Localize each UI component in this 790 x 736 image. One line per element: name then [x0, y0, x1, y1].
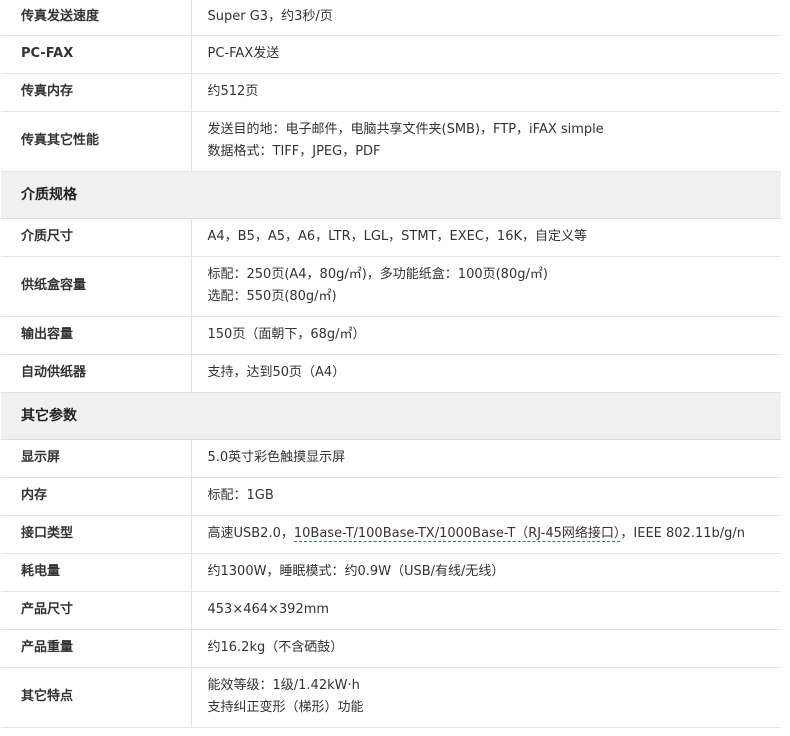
- spec-label: 传真其它性能: [1, 111, 192, 172]
- spec-label: 显示屏: [1, 439, 192, 478]
- spec-value-text: 能效等级：1级/1.42kW·h: [207, 678, 360, 693]
- spec-label: 自动供纸器: [1, 354, 192, 393]
- spec-value: 高速USB2.0，10Base-T/100Base-TX/1000Base-T（…: [191, 515, 782, 554]
- section-title: 介质规格: [1, 171, 781, 219]
- spec-row: 接口类型 高速USB2.0，10Base-T/100Base-TX/1000Bas…: [1, 515, 782, 554]
- spec-value-line: 约1300W，睡眠模式：约0.9W（USB/有线/无线）: [208, 561, 782, 583]
- spec-value-text: 约512页: [207, 84, 259, 99]
- spec-row: 内存 标配：1GB: [1, 477, 782, 516]
- spec-value-line: A4，B5，A5，A6，LTR，LGL，STMT，EXEC，16K，自定义等: [208, 226, 782, 248]
- spec-value: 150页（面朝下，68g/㎡）: [191, 316, 782, 355]
- spec-value-line: 150页（面朝下，68g/㎡）: [208, 324, 782, 346]
- spec-value: 能效等级：1级/1.42kW·h 支持纠正变形（梯形）功能: [191, 667, 782, 728]
- section-title: 其它参数: [1, 392, 781, 440]
- spec-value-line: 能效等级：1级/1.42kW·h: [208, 675, 782, 697]
- spec-value-text: 5.0英寸彩色触摸显示屏: [207, 450, 346, 465]
- spec-value: 标配：1GB: [191, 477, 782, 516]
- spec-value-line: 选配：550页(80g/㎡): [208, 286, 782, 308]
- spec-row: 介质尺寸 A4，B5，A5，A6，LTR，LGL，STMT，EXEC，16K，自定…: [1, 218, 782, 257]
- spec-value-text: 约16.2kg（不含硒鼓）: [207, 640, 344, 655]
- spec-label: 产品尺寸: [1, 591, 192, 630]
- spec-value: 支持，达到50页（A4）: [191, 354, 782, 393]
- spec-row: 传真内存 约512页: [1, 73, 782, 112]
- section-header-row: 介质规格: [1, 171, 781, 219]
- spec-label: 传真内存: [1, 73, 192, 112]
- spec-value-line: 约512页: [208, 81, 782, 103]
- spec-value-line: PC-FAX发送: [208, 43, 782, 65]
- spec-row: 传真发送速度 Super G3，约3秒/页: [1, 0, 782, 36]
- spec-value-line: 高速USB2.0，10Base-T/100Base-TX/1000Base-T（…: [208, 523, 782, 545]
- spec-value-text: ，IEEE 802.11b/g/n: [620, 526, 746, 541]
- spec-value-line: 支持纠正变形（梯形）功能: [208, 697, 782, 719]
- spec-label: 输出容量: [1, 316, 192, 355]
- spec-table: 传真发送速度 Super G3，约3秒/页 PC-FAX PC-FAX发送 传真内存 约5…: [1, 0, 781, 728]
- spec-label: 产品重量: [1, 629, 192, 668]
- spec-value-line: 约16.2kg（不含硒鼓）: [208, 637, 782, 659]
- spec-row: 显示屏 5.0英寸彩色触摸显示屏: [1, 439, 782, 478]
- spec-label: 传真发送速度: [1, 0, 192, 36]
- spec-value-line: 453×464×392mm: [208, 599, 782, 621]
- spec-value-text: Super G3，约3秒/页: [207, 9, 333, 25]
- spec-value: PC-FAX发送: [191, 35, 782, 74]
- spec-value-line: 标配：250页(A4，80g/㎡)，多功能纸盒：100页(80g/㎡): [208, 264, 782, 286]
- spec-value: 约512页: [191, 73, 782, 112]
- spec-label: 供纸盒容量: [1, 256, 192, 317]
- spec-value-line: 发送目的地：电子邮件，电脑共享文件夹(SMB)，FTP，iFAX simple: [208, 119, 782, 141]
- spec-value-text: 约1300W，睡眠模式：约0.9W（USB/有线/无线）: [207, 564, 505, 579]
- spec-label: 内存: [1, 477, 192, 516]
- section-header-row: 其它参数: [1, 392, 781, 440]
- spec-table-body: 传真发送速度 Super G3，约3秒/页 PC-FAX PC-FAX发送 传真内存 约5…: [1, 0, 782, 728]
- spec-value: 约1300W，睡眠模式：约0.9W（USB/有线/无线）: [191, 553, 782, 592]
- spec-label: 接口类型: [1, 515, 192, 554]
- spec-value: A4，B5，A5，A6，LTR，LGL，STMT，EXEC，16K，自定义等: [191, 218, 782, 257]
- spec-label: 其它特点: [1, 667, 192, 728]
- spec-value-line: Super G3，约3秒/页: [208, 6, 782, 28]
- spec-row: PC-FAX PC-FAX发送: [1, 35, 782, 74]
- spec-value-text: 标配：1GB: [207, 488, 274, 503]
- spec-value-text: PC-FAX发送: [207, 46, 280, 61]
- spec-row: 其它特点 能效等级：1级/1.42kW·h 支持纠正变形（梯形）功能: [1, 667, 782, 728]
- spec-value: 发送目的地：电子邮件，电脑共享文件夹(SMB)，FTP，iFAX simple 数…: [191, 111, 782, 172]
- spec-value-line: 5.0英寸彩色触摸显示屏: [208, 447, 782, 469]
- spec-label: 耗电量: [1, 553, 192, 592]
- spec-value-text: 150页（面朝下，68g/㎡）: [207, 327, 366, 342]
- spec-value: 453×464×392mm: [191, 591, 782, 630]
- spec-label: 介质尺寸: [1, 218, 192, 257]
- spec-label: PC-FAX: [1, 35, 192, 74]
- spec-value-text: 选配：550页(80g/㎡): [207, 289, 337, 304]
- spec-row: 供纸盒容量 标配：250页(A4，80g/㎡)，多功能纸盒：100页(80g/㎡)…: [1, 256, 782, 317]
- spec-row: 耗电量 约1300W，睡眠模式：约0.9W（USB/有线/无线）: [1, 553, 782, 592]
- spec-value-text: A4，B5，A5，A6，LTR，LGL，STMT，EXEC，16K，自定义等: [207, 229, 588, 244]
- spec-value-line: 支持，达到50页（A4）: [208, 362, 782, 384]
- spec-row: 产品尺寸 453×464×392mm: [1, 591, 782, 630]
- spec-row: 产品重量 约16.2kg（不含硒鼓）: [1, 629, 782, 668]
- spec-value-text: 支持纠正变形（梯形）功能: [207, 700, 364, 715]
- spec-row: 传真其它性能 发送目的地：电子邮件，电脑共享文件夹(SMB)，FTP，iFAX s…: [1, 111, 782, 172]
- spec-value-text: 高速USB2.0，: [207, 526, 294, 541]
- spec-value-text: 标配：250页(A4，80g/㎡)，多功能纸盒：100页(80g/㎡): [207, 267, 548, 282]
- spec-value-line: 数据格式：TIFF，JPEG，PDF: [208, 141, 782, 163]
- network-interface-link[interactable]: 10Base-T/100Base-TX/1000Base-T（RJ-45网络接口…: [293, 526, 621, 542]
- spec-row: 输出容量 150页（面朝下，68g/㎡）: [1, 316, 782, 355]
- spec-value-text: 发送目的地：电子邮件，电脑共享文件夹(SMB)，FTP，iFAX simple: [207, 122, 604, 137]
- spec-value: 约16.2kg（不含硒鼓）: [191, 629, 782, 668]
- spec-value-text: 数据格式：TIFF，JPEG，PDF: [207, 144, 381, 159]
- spec-value: Super G3，约3秒/页: [191, 0, 782, 36]
- spec-value-text: 453×464×392mm: [207, 602, 330, 617]
- spec-value: 5.0英寸彩色触摸显示屏: [191, 439, 782, 478]
- spec-row: 自动供纸器 支持，达到50页（A4）: [1, 354, 782, 393]
- spec-value: 标配：250页(A4，80g/㎡)，多功能纸盒：100页(80g/㎡) 选配：55…: [191, 256, 782, 317]
- spec-value-line: 标配：1GB: [208, 485, 782, 507]
- spec-value-text: 支持，达到50页（A4）: [207, 365, 346, 380]
